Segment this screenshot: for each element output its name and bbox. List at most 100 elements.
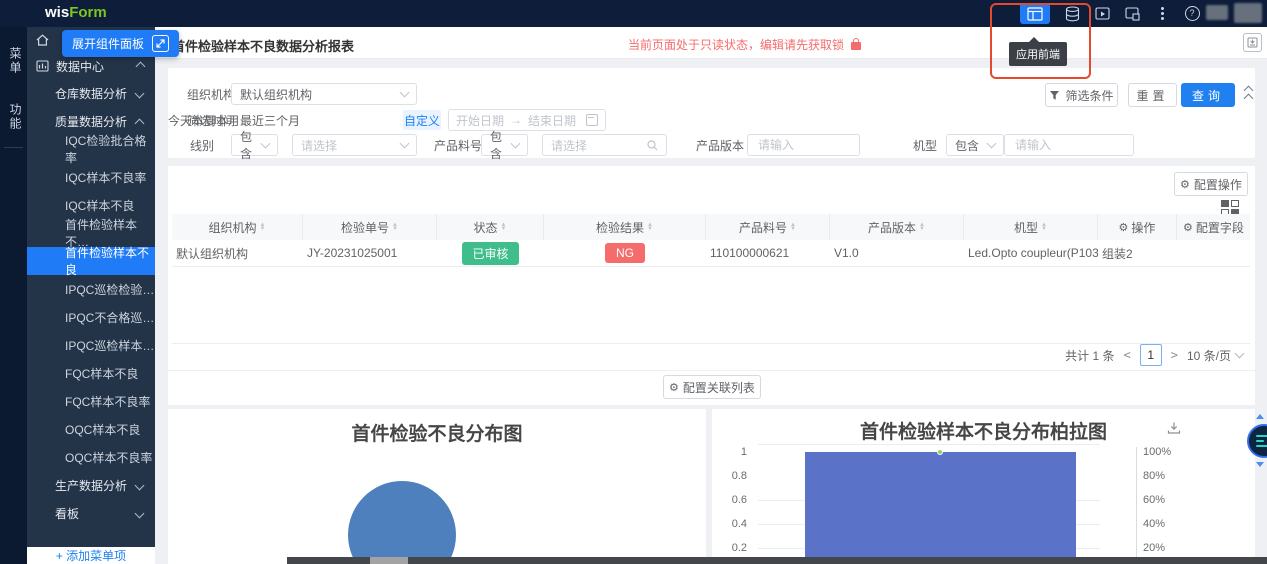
readonly-notice: 当前页面处于只读状态，编辑请先获取锁 [628, 36, 862, 53]
config-actions-button[interactable]: ⚙ 配置操作 [1174, 172, 1248, 196]
y-axis-tick-label: 100% [1143, 446, 1172, 458]
time-option-custom[interactable]: 自定义 [403, 110, 441, 130]
sidebar-item-label: 生产数据分析 [55, 478, 128, 493]
gear-icon: ⚙ [1180, 178, 1190, 191]
org-select[interactable]: 默认组织机构 [231, 83, 417, 105]
pie-chart [348, 481, 456, 564]
rail-tab-functions[interactable]: 功能 [7, 103, 24, 131]
collapse-filters-icon[interactable] [1241, 83, 1255, 105]
sidebar-menu-list: 仓库数据分析 质量数据分析 IQC检验批合格率 IQC样本不良率 IQC样本不良… [27, 79, 155, 527]
page-number-button[interactable]: 1 [1139, 344, 1162, 366]
expand-panel-label: 展开组件面板 [72, 37, 145, 51]
sidebar-item[interactable]: IQC样本不良率 [27, 163, 155, 191]
sort-icon: ▲ ▼ [647, 222, 653, 232]
next-page-button[interactable]: > [1171, 348, 1178, 362]
y-axis-tick-label: 0.8 [731, 470, 747, 482]
app-frontend-icon[interactable] [1020, 3, 1050, 24]
line-select[interactable]: 请选择 [292, 134, 417, 156]
column-label: 机型 [1014, 220, 1039, 235]
divider [168, 370, 1255, 371]
table-header-cell[interactable]: ⚙ 配置字段 ▲▼ [1177, 214, 1250, 240]
table-header-cell[interactable]: ⚙ 机型 ▲▼ [964, 214, 1098, 240]
time-option[interactable]: 最近三个月 [240, 112, 300, 129]
query-button[interactable]: 查询 [1181, 83, 1235, 107]
cell-org: 默认组织机构 [176, 246, 249, 261]
sidebar-item[interactable]: FQC样本不良 [27, 359, 155, 387]
version-input[interactable] [747, 134, 860, 156]
data-table: ⚙ 组织机构 ▲▼ ⚙ 检验单号 ▲▼ [172, 214, 1250, 344]
scrollbar-thumb[interactable] [370, 557, 408, 564]
model-operator-select[interactable]: 包含 [946, 134, 1004, 156]
home-icon [36, 34, 49, 46]
sidebar-item[interactable]: IPQC巡检检验… [27, 275, 155, 303]
model-input[interactable] [1004, 134, 1134, 156]
add-menu-item-button[interactable]: + 添加菜单项 [27, 547, 155, 564]
reset-button[interactable]: 重置 [1128, 83, 1177, 107]
expand-component-panel-button[interactable]: 展开组件面板 [62, 30, 180, 57]
sidebar-item[interactable]: 看板 [27, 499, 155, 527]
sidebar-item-label: 仓库数据分析 [55, 86, 128, 101]
sidebar-item[interactable]: IQC检验批合格率 [27, 134, 155, 165]
redacted-user-info [1206, 5, 1228, 20]
sidebar-item-label: IQC样本不良 [65, 198, 135, 213]
pareto-chart-panel: 首件检验样本不良分布柏拉图 1 0.8 0.6 0.4 0.2 100% 80% 60% 40… [712, 409, 1255, 564]
sidebar-item[interactable]: OQC样本不良 [27, 415, 155, 443]
sidebar-item[interactable]: IPQC巡检样本… [27, 331, 155, 359]
chevron-icon [134, 508, 145, 519]
material-select[interactable]: 请选择 [542, 134, 667, 156]
data-config-icon[interactable] [1124, 6, 1140, 22]
sidebar-item[interactable]: IPQC不合格巡… [27, 303, 155, 331]
page-size-select[interactable]: 10 条/页 [1187, 347, 1245, 364]
sidebar-item[interactable]: FQC样本不良率 [27, 387, 155, 415]
sidebar-item[interactable]: 生产数据分析 [27, 471, 155, 499]
y-axis-right-ticks: 100% 80% 60% 40% 20% [1143, 409, 1193, 564]
column-label: 产品版本 [868, 220, 917, 235]
y-axis-tick-label: 0.6 [731, 494, 747, 506]
filter-conditions-button[interactable]: 筛选条件 [1045, 83, 1118, 107]
config-linked-list-button[interactable]: ⚙ 配置关联列表 [663, 375, 761, 399]
sidebar-item[interactable]: IQC样本不良 [27, 191, 155, 219]
sidebar-item[interactable]: OQC样本不良率 [27, 443, 155, 471]
chevron-down-icon [1234, 348, 1245, 359]
sidebar-item[interactable]: 首件检验样本不… [27, 218, 155, 249]
filter-panel: 组织机构 默认组织机构 筛选条件 重置 查询 筛选时间 今天 本周 本月 最近三… [168, 68, 1255, 161]
sidebar-item[interactable]: 质量数据分析 [27, 107, 155, 135]
column-label: 操作 [1131, 220, 1156, 235]
more-icon[interactable] [1154, 6, 1170, 22]
chevron-down-icon [399, 138, 410, 149]
gridline [758, 444, 1100, 445]
sort-icon: ▲ ▼ [392, 222, 398, 232]
table-header-cell[interactable]: ⚙ 产品料号 ▲▼ [706, 214, 830, 240]
line-operator-select[interactable]: 包含 [231, 130, 278, 161]
y-axis-tick-label: 20% [1143, 542, 1166, 554]
screen-preview-icon[interactable] [1094, 6, 1110, 22]
page-header: 首件检验样本不良数据分析报表 当前页面处于只读状态，编辑请先获取锁 [155, 27, 1267, 59]
cell-inspection-no: JY-20231025001 [307, 246, 398, 260]
pareto-bar [805, 452, 1076, 564]
widget-chevron-up-icon [1256, 414, 1264, 419]
pie-chart-panel: 首件检验不良分布图 [168, 409, 706, 564]
column-label: 状态 [473, 220, 498, 235]
topbar: wisForm ? [0, 0, 1267, 27]
sidebar-item[interactable]: 仓库数据分析 [27, 79, 155, 107]
table-header-cell[interactable]: ⚙ 操作 ▲▼ [1098, 214, 1177, 240]
brand-logo[interactable]: wisForm [45, 4, 107, 21]
material-operator-select[interactable]: 包含 [481, 130, 528, 161]
column-label: 检验单号 [341, 220, 390, 235]
prev-page-button[interactable]: < [1124, 348, 1131, 362]
brand-form: Form [69, 4, 107, 21]
horizontal-scrollbar[interactable] [287, 557, 1267, 564]
rail-tab-menu[interactable]: 菜单 [7, 47, 24, 75]
table-header-cell[interactable]: ⚙ 状态 ▲▼ [437, 214, 544, 240]
date-range-picker[interactable]: 开始日期 → 结束日期 [448, 109, 606, 131]
y-axis-tick-label: 0.2 [731, 542, 747, 554]
table-header-cell[interactable]: ⚙ 组织机构 ▲▼ [172, 214, 303, 240]
help-icon[interactable]: ? [1184, 6, 1200, 22]
export-report-icon[interactable] [1243, 33, 1262, 52]
sidebar-item[interactable]: 首件检验样本不良 [27, 246, 155, 277]
database-icon[interactable] [1064, 5, 1080, 22]
table-header-cell[interactable]: ⚙ 检验结果 ▲▼ [544, 214, 706, 240]
table-header-cell[interactable]: ⚙ 产品版本 ▲▼ [830, 214, 964, 240]
table-row[interactable]: 默认组织机构 JY-20231025001 已审核 NG 11010000062… [172, 240, 1250, 267]
table-header-cell[interactable]: ⚙ 检验单号 ▲▼ [303, 214, 437, 240]
